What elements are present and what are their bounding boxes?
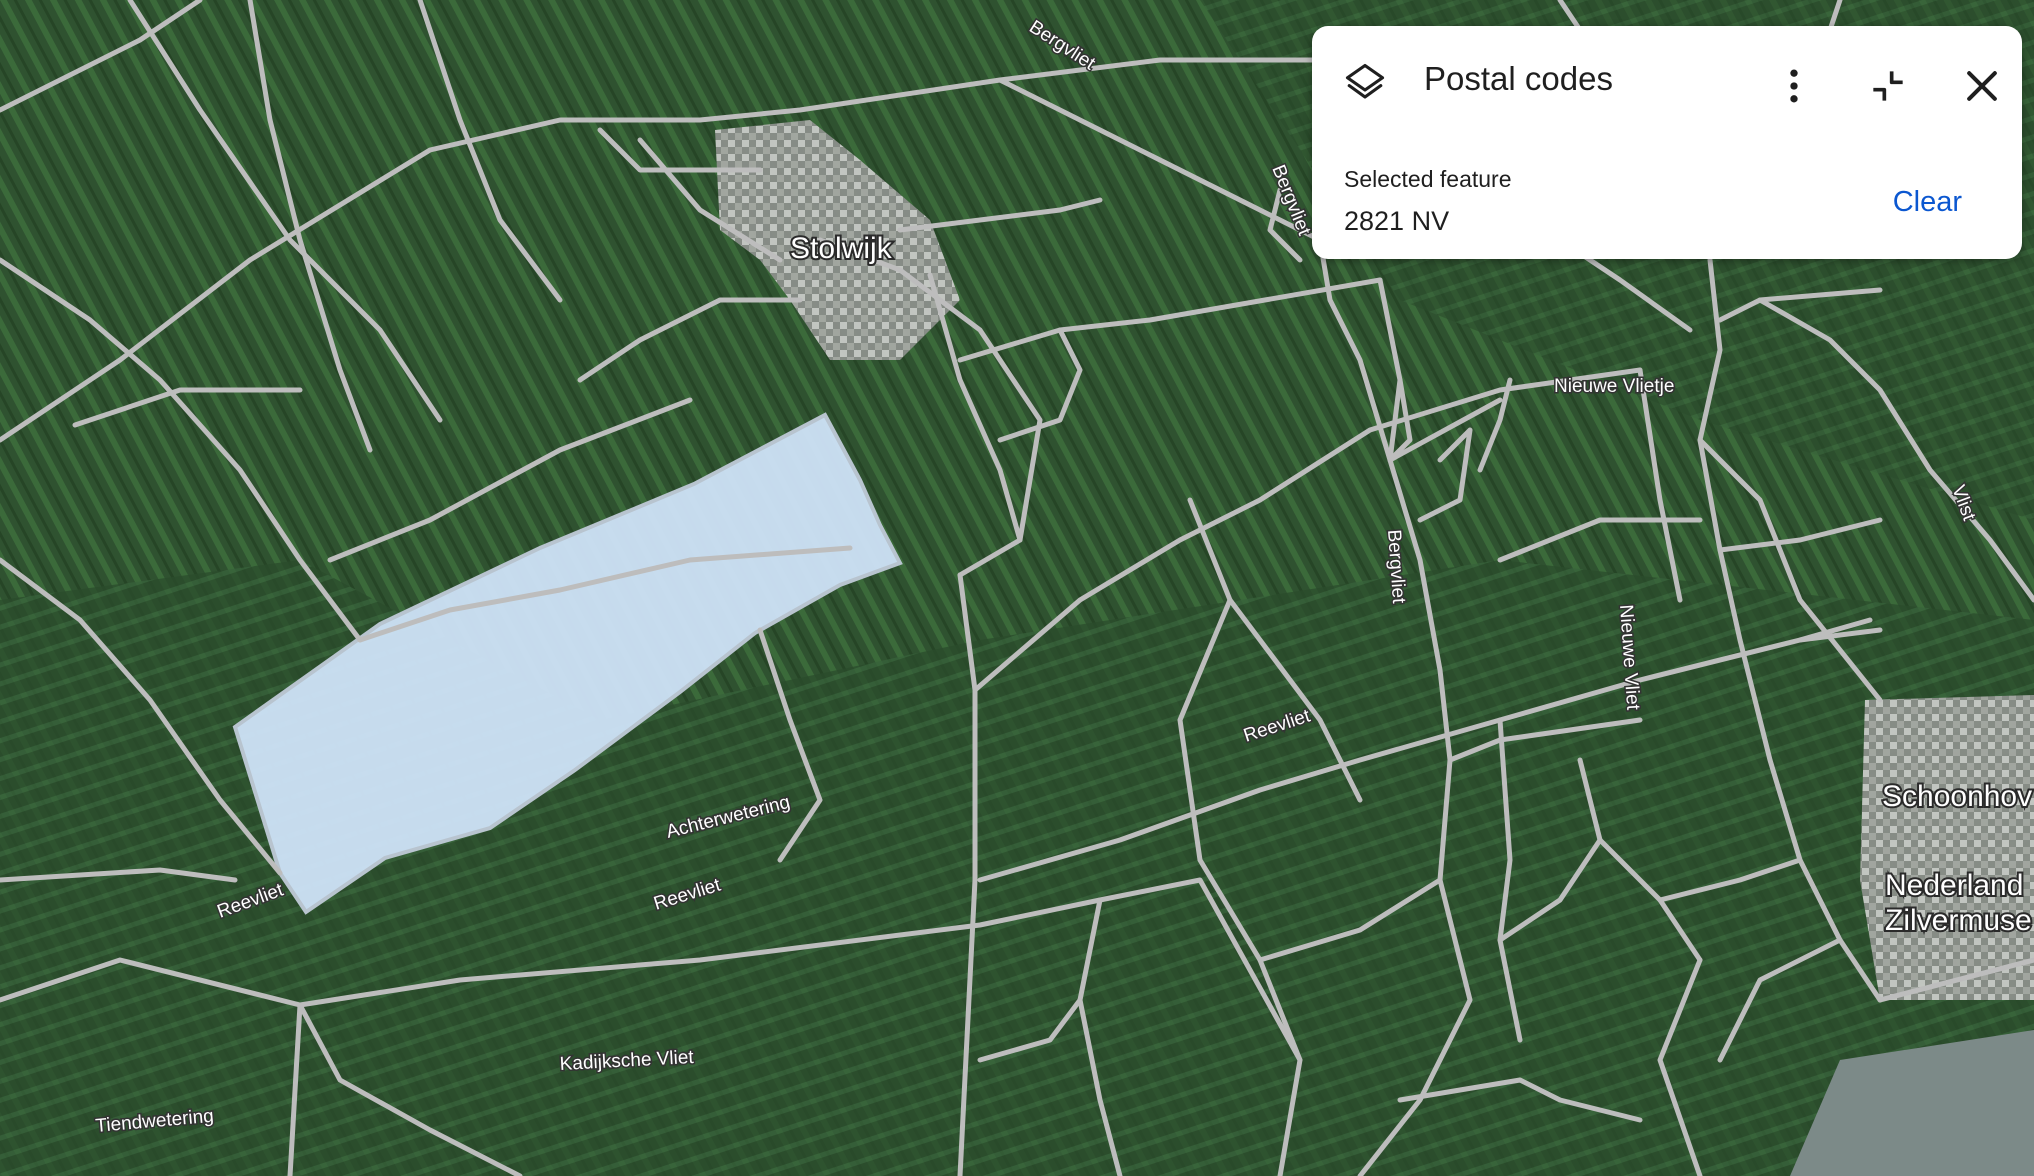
clear-button[interactable]: Clear [1893,186,1962,219]
selected-feature-label: Selected feature [1344,166,1512,192]
town-label-zilvermuseum: Zilvermuse [1885,904,2032,937]
road-label-nieuwe-vlietje: Nieuwe Vlietje [1554,376,1674,397]
close-icon[interactable] [1960,64,2004,113]
town-label-stolwijk: Stolwijk [790,232,893,265]
layers-icon [1344,62,1386,109]
town-label-nederland: Nederland [1885,869,2023,902]
more-vert-icon[interactable] [1772,64,1816,113]
collapse-icon[interactable] [1866,64,1910,113]
postal-codes-panel: Postal codes Selected feature 2821 NV Cl… [1312,26,2022,259]
selected-feature-value: 2821 NV [1344,206,1450,236]
panel-title: Postal codes [1424,60,1613,97]
town-label-schoonhoven: Schoonhov [1882,780,2032,813]
